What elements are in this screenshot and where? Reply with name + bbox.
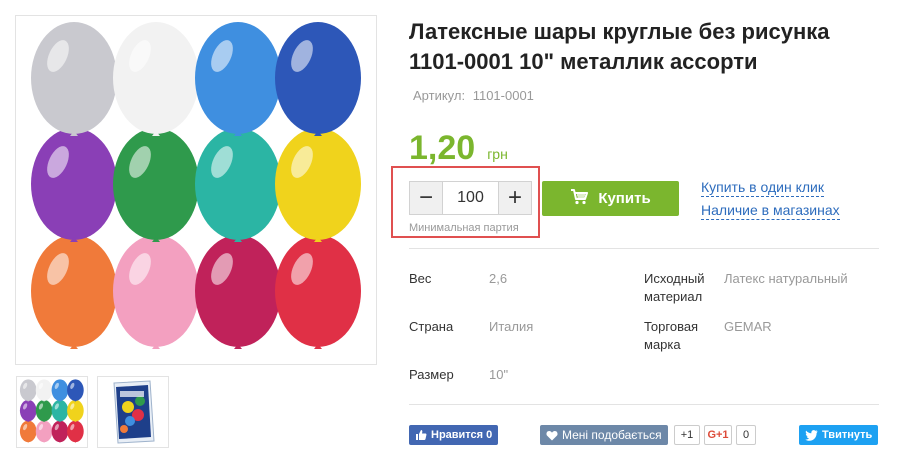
balloon-icon: [113, 128, 199, 242]
spec-value-country: Италия: [489, 319, 534, 334]
balloon-icon: [195, 235, 281, 349]
balloon-icon: [31, 235, 117, 349]
tweet-label: Твитнуть: [822, 429, 873, 441]
divider: [409, 404, 879, 405]
package-image: [113, 380, 155, 444]
buy-one-click-link[interactable]: Купить в один клик: [701, 179, 824, 197]
balloon-icon: [19, 379, 37, 402]
spec-label-brand: Торговая марка: [644, 319, 699, 352]
product-title: Латексные шары круглые без рисунка 1101-…: [409, 19, 830, 74]
price-value: 1,20: [409, 129, 476, 167]
balloons-image: [31, 22, 361, 349]
thumbnail-balloons-grid[interactable]: [16, 376, 88, 448]
sku: Артикул: 1101-0001: [409, 88, 534, 103]
balloon-icon: [51, 399, 69, 422]
sku-label: Артикул:: [413, 88, 466, 103]
balloon-icon: [275, 22, 361, 136]
cart-icon: [570, 188, 589, 209]
tweet-button[interactable]: Твитнуть: [799, 425, 879, 445]
balloon-icon: [35, 379, 53, 402]
balloon-icon: [195, 128, 281, 242]
facebook-like-label: Нравится 0: [431, 429, 493, 441]
balloon-icon: [31, 128, 117, 242]
buy-button[interactable]: Купить: [542, 181, 679, 216]
thumbnail-package[interactable]: [97, 376, 169, 448]
facebook-like-button[interactable]: Нравится 0: [409, 425, 499, 445]
vk-like-button[interactable]: Мені подобається: [540, 425, 668, 445]
twitter-bird-icon: [805, 429, 818, 441]
spec-label-weight: Вес: [409, 271, 432, 286]
minimum-quantity-hint: Минимальная партия: [409, 222, 519, 234]
price: 1,20 грн: [409, 129, 508, 168]
spec-value-weight: 2,6: [489, 271, 508, 286]
spec-value-brand: GEMAR: [724, 319, 772, 334]
balloon-icon: [67, 379, 84, 402]
quantity-input[interactable]: [443, 182, 498, 214]
price-currency: грн: [487, 146, 508, 162]
thumbnail-image: [19, 379, 84, 443]
spec-value-size: 10": [489, 367, 509, 382]
balloon-icon: [19, 399, 37, 422]
balloon-icon: [51, 379, 69, 402]
balloon-icon: [275, 128, 361, 242]
purchase-links: Купить в один клик Наличие в магазинах: [701, 179, 840, 225]
balloon-icon: [195, 22, 281, 136]
balloon-icon: [31, 22, 117, 136]
plus-one-counter[interactable]: +1: [674, 425, 700, 445]
google-plus-count: 0: [736, 425, 756, 445]
balloon-icon: [19, 420, 37, 443]
balloon-icon: [67, 420, 84, 443]
vk-like-label: Мені подобається: [562, 428, 662, 442]
spec-label-size: Размер: [409, 367, 454, 382]
product-main-image[interactable]: [15, 15, 377, 365]
spec-label-material: Исходный материал: [644, 271, 705, 304]
balloon-icon: [51, 420, 69, 443]
quantity-increase-button[interactable]: +: [498, 182, 531, 214]
quantity-decrease-button[interactable]: −: [410, 182, 443, 214]
buy-button-label: Купить: [598, 190, 651, 207]
balloon-icon: [113, 235, 199, 349]
balloon-icon: [35, 399, 53, 422]
spec-value-material: Латекс натуральный: [724, 271, 848, 286]
google-plus-button[interactable]: G+1: [704, 425, 732, 445]
divider: [409, 248, 879, 249]
balloon-icon: [113, 22, 199, 136]
quantity-stepper: − +: [409, 181, 532, 215]
store-availability-link[interactable]: Наличие в магазинах: [701, 202, 840, 220]
balloon-icon: [275, 235, 361, 349]
thumb-up-icon: [415, 429, 427, 441]
vk-heart-icon: [546, 430, 558, 441]
balloon-icon: [35, 420, 53, 443]
sku-value: 1101-0001: [472, 88, 534, 103]
balloon-icon: [67, 399, 84, 422]
spec-label-country: Страна: [409, 319, 454, 334]
